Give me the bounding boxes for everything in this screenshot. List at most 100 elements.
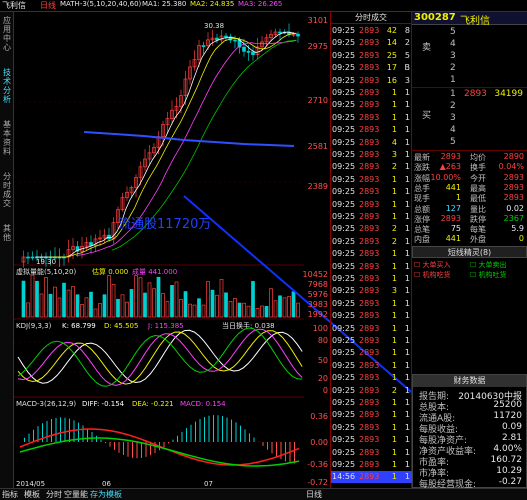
trade-row: 09:25 2893 1 1 <box>331 99 413 111</box>
signal-big-sell[interactable]: ☐ 大单卖出 <box>470 260 507 270</box>
axis-label: 2975 <box>307 42 328 51</box>
sidebar-tab-basic-info[interactable]: 基本资料 <box>1 120 13 156</box>
axis-label: 0.36 <box>310 412 328 421</box>
trade-price: 2893 <box>359 410 380 420</box>
trade-volume: 1 <box>391 410 397 420</box>
trade-price: 2893 <box>359 50 380 60</box>
trade-volume: 1 <box>391 311 397 321</box>
tab-save-template[interactable]: 存为模板 <box>88 489 124 500</box>
kdj-label: KDJ(9,3,3) <box>16 322 52 330</box>
trade-count: 1 <box>404 323 410 333</box>
tab-empty-volume[interactable]: 空量能 <box>62 489 90 500</box>
volume-bar <box>291 291 296 318</box>
trade-count: 1 <box>404 212 410 221</box>
trade-price: 2893 <box>359 26 380 35</box>
trade-time: 09:25 <box>332 150 356 159</box>
sidebar-tab-app-center[interactable]: 应用中心 <box>1 16 13 52</box>
trade-price: 2893 <box>359 174 380 184</box>
volume-bar <box>129 289 134 318</box>
buy-level: 1 <box>450 89 456 99</box>
trade-count: 1 <box>404 137 410 147</box>
trade-row: 09:25 2893 1 1 <box>331 124 413 136</box>
signal-label: 机构吐货 <box>478 271 507 279</box>
signal-big-buy[interactable]: ☐ 大单买入 <box>414 260 451 270</box>
signal-label: 大单卖出 <box>478 261 507 269</box>
kline-chart-area[interactable]: 流通股11720万 19.30 30.38 虚拟量能(5,10,20) 估算 0… <box>14 12 304 488</box>
sell-level: 1 <box>450 75 456 85</box>
trade-price: 2893 <box>359 187 380 197</box>
trade-volume: 2 <box>391 385 397 395</box>
sidebar-tab-other[interactable]: 其他 <box>1 224 13 242</box>
trade-time: 09:25 <box>332 348 356 358</box>
signal-inst-buy[interactable]: ☐ 机构吃货 <box>414 270 451 280</box>
trade-volume: 1 <box>391 435 397 445</box>
trade-count: 1 <box>404 336 410 345</box>
trade-row: 09:25 2893 1 1 <box>331 372 413 384</box>
left-sidebar: 应用中心 技术分析 基本资料 分时成交 其他 <box>0 12 14 488</box>
sidebar-tab-tech-analysis[interactable]: 技术分析 <box>1 68 13 104</box>
chart-svg[interactable]: 流通股11720万 19.30 30.38 虚拟量能(5,10,20) 估算 0… <box>14 12 304 488</box>
axis-label: 100 <box>312 324 328 333</box>
trade-volume: 25 <box>386 50 397 60</box>
trade-row: 09:25 2893 14 2 <box>331 37 413 49</box>
trade-time: 09:25 <box>332 435 356 445</box>
trade-row: 09:25 2893 1 1 <box>331 87 413 99</box>
trades-title: 分时成交 <box>331 12 411 24</box>
stat-label: 外盘 <box>470 235 486 245</box>
trade-row: 09:25 2893 1 1 <box>331 174 413 186</box>
trade-price: 2893 <box>359 360 380 370</box>
short-term-panel-title[interactable]: 短线精灵(8) <box>412 246 527 258</box>
period-label[interactable]: 日线 <box>40 0 56 11</box>
sidebar-tab-trades[interactable]: 分时成交 <box>1 172 13 208</box>
stat-value: 5.9 <box>511 224 524 234</box>
candle-body <box>224 35 228 38</box>
stat-value: 0.04% <box>498 162 524 172</box>
trade-time: 14:56 <box>332 472 356 482</box>
trade-price: 2893 <box>359 162 380 172</box>
trade-row: 09:25 2893 1 1 <box>331 447 413 459</box>
trade-time: 09:25 <box>332 50 356 60</box>
stat-label: 内盘 <box>414 235 430 245</box>
tick-trades-panel[interactable]: 分时成交 09:25 2893 42 8 09:25 2893 14 2 09:25 2893 25… <box>330 12 413 488</box>
trade-count: 1 <box>404 236 410 246</box>
financial-title[interactable]: 财务数据 <box>413 375 526 387</box>
trade-price: 2893 <box>359 249 380 259</box>
axis-label: 1992 <box>307 310 328 319</box>
volume-bar <box>237 302 242 318</box>
tab-indicator[interactable]: 指标 <box>0 489 20 500</box>
trade-time: 09:25 <box>332 261 356 271</box>
tab-intraday[interactable]: 分时 <box>44 489 64 500</box>
trade-time: 09:25 <box>332 137 356 147</box>
orderbook-divider <box>412 150 527 151</box>
trade-count: 1 <box>404 88 410 97</box>
financial-value: 10.29 <box>496 466 522 476</box>
financial-value: 2.81 <box>501 433 522 443</box>
candle-body <box>89 242 93 246</box>
signal-inst-sell[interactable]: ☐ 机构吐货 <box>470 270 507 280</box>
trade-volume: 14 <box>386 38 397 48</box>
volume-bar <box>156 276 161 318</box>
period-indicator[interactable]: 日线 <box>304 489 324 500</box>
trade-price: 2893 <box>359 348 380 358</box>
trade-price: 2893 <box>359 224 380 234</box>
x-axis-date: 06 <box>102 480 111 488</box>
trade-row: 09:25 2893 2 1 <box>331 161 413 173</box>
tab-template[interactable]: 模板 <box>22 489 42 500</box>
trade-count: 1 <box>404 435 410 445</box>
volume-bar <box>224 292 228 318</box>
trade-row: 09:25 2893 3 1 <box>331 149 413 161</box>
macd-value: MACD: 0.154 <box>180 400 226 408</box>
trade-count: 1 <box>404 125 410 135</box>
trade-volume: 1 <box>391 323 397 333</box>
candle-body <box>242 46 246 52</box>
trade-price: 2893 <box>359 298 380 308</box>
ma-label: MATH-3(5,10,20,40,60) <box>60 0 142 8</box>
stock-code: 300287 <box>414 12 456 23</box>
trade-count: 1 <box>404 385 410 395</box>
volume-indicator-label: 虚拟量能(5,10,20) <box>16 267 76 276</box>
candle-body <box>251 51 255 55</box>
trade-price: 2893 <box>359 447 380 457</box>
trade-volume: 3 <box>391 150 397 159</box>
trade-volume: 1 <box>391 249 397 259</box>
macd-dea: DEA: -0.221 <box>132 400 174 408</box>
